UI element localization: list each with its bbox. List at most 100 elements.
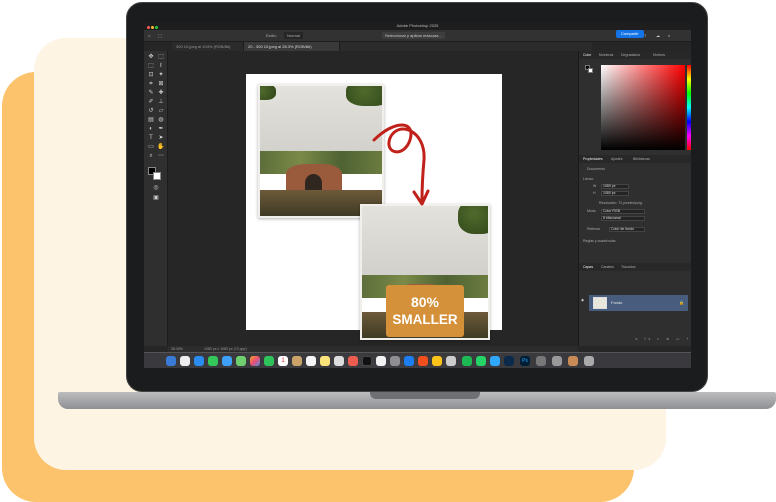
photos-icon[interactable] [250,356,260,366]
help-icon[interactable]: ? [644,30,646,42]
tab-channels[interactable]: Canales [601,263,614,271]
lock-icon[interactable]: 🔒 [679,295,684,311]
freeform-icon[interactable] [334,356,344,366]
panel-background-swatch[interactable] [588,68,593,73]
zoom-icon[interactable] [155,26,158,29]
frame-icon[interactable]: ⊠ [157,81,165,88]
brush-icon[interactable]: ✐ [147,99,155,106]
curved-arrow-icon [372,123,430,206]
color-picker-field[interactable] [601,65,685,150]
hand-icon[interactable]: ✋ [157,144,165,151]
document-canvas[interactable]: 80% SMALLER [246,74,502,340]
hue-slider[interactable] [687,65,691,150]
tab-libraries[interactable]: Bibliotecas [633,155,650,163]
quick-mask-icon[interactable]: ◎ [152,185,160,192]
type-icon[interactable]: T [147,135,155,142]
music-icon[interactable] [348,356,358,366]
visibility-eye-icon[interactable]: ◉ [581,298,584,303]
mode-label: Modo [587,209,596,213]
tab-properties[interactable]: Propiedades [583,155,603,163]
eraser-icon[interactable]: ▱ [157,108,165,115]
tab-layers[interactable]: Capas [583,263,593,271]
shape-icon[interactable]: ▭ [147,144,155,151]
resolution-label: Resolución: 72 píxeles/pulg. [599,201,643,205]
eyedropper-icon[interactable]: ✎ [147,90,155,97]
close-icon[interactable] [147,26,150,29]
spotify-icon[interactable] [462,356,472,366]
right-panels: Color Muestras Degradados Motivos Propie… [578,51,691,346]
blur-icon[interactable]: ◍ [157,117,165,124]
search-icon[interactable]: ⌕ [668,30,670,42]
layers-panel-tabs: Capas Canales Trazados [579,263,691,271]
contacts-icon[interactable] [292,356,302,366]
move-icon[interactable]: ✥ [147,54,155,61]
photoshop-icon[interactable]: Ps [520,356,530,366]
pen-icon[interactable]: ✒ [157,126,165,133]
messages-icon[interactable] [208,356,218,366]
crop-icon[interactable]: ⌗ [147,81,155,88]
launchpad-icon[interactable] [180,356,190,366]
lightroom-icon[interactable] [504,356,514,366]
share-button[interactable]: Compartir [616,30,644,38]
history-brush-icon[interactable]: ↺ [147,108,155,115]
arrow-app-icon[interactable] [490,356,500,366]
preview-icon[interactable] [446,356,456,366]
podcasts-icon[interactable] [376,356,386,366]
background-color-swatch[interactable] [153,172,161,180]
tab-gradients[interactable]: Degradados [621,51,640,59]
tab-paths[interactable]: Trazados [621,263,635,271]
app-store-icon[interactable] [404,356,414,366]
lasso-icon[interactable]: ℓ [157,63,165,70]
layer-name: Fondo [611,300,623,305]
downloads-icon[interactable] [552,356,562,366]
trash-icon[interactable] [584,356,594,366]
tab-document-1[interactable]: 300 10.jpeg al 104% (RGB/8#) [172,42,244,51]
rulers-section-label[interactable]: Reglas y cuadrículas [583,239,616,244]
zoom-tool-icon[interactable]: ⌕ [147,153,155,160]
folder-icon[interactable] [536,356,546,366]
gradient-icon[interactable]: ▤ [147,117,155,124]
style-select[interactable]: Normal [284,32,303,39]
calendar-icon[interactable]: 1 [278,356,288,366]
dodge-icon[interactable]: ◐ [147,126,155,133]
artboard-icon[interactable]: ⬚ [157,54,165,61]
minimize-icon[interactable] [151,26,154,29]
recent-file-icon[interactable] [568,356,578,366]
more-tools-icon[interactable]: ⋯ [157,153,165,160]
chrome-icon[interactable] [432,356,442,366]
stamp-icon[interactable]: ⊥ [157,99,165,106]
screen-mode-icon[interactable]: ▣ [152,195,160,202]
options-bar: ⌂ ⬚ Estilo: Normal Seleccionar y aplicar… [144,30,691,42]
tab-swatches[interactable]: Muestras [599,51,613,59]
healing-icon[interactable]: ✚ [157,90,165,97]
reminders-icon[interactable] [306,356,316,366]
marquee-tool-icon[interactable]: ⬚ [147,63,155,70]
safari-icon[interactable] [194,356,204,366]
cloud-icon[interactable]: ☁ [656,30,660,42]
facetime-icon[interactable] [264,356,274,366]
finder-icon[interactable] [166,356,176,366]
layer-actions[interactable]: ∞ fx ◐ ⊘ ▭ + 🗑 [635,337,691,342]
path-select-icon[interactable]: ➤ [157,135,165,142]
mode-value: Color RGB [603,209,620,213]
notes-icon[interactable] [320,356,330,366]
select-and-mask-button[interactable]: Seleccionar y aplicar máscara... [382,32,445,39]
tab-adjustments[interactable]: Ajustes [611,155,622,163]
marquee-icon[interactable]: ⬚ [158,30,162,42]
layer-row-background[interactable]: Fondo 🔒 [589,295,688,311]
maps-icon[interactable] [236,356,246,366]
object-select-icon[interactable]: ⊡ [147,72,155,79]
canvas-section-label[interactable]: Lienzo [583,177,593,182]
magic-wand-icon[interactable]: ✦ [157,72,165,79]
stage: Adobe Photoshop 2025 ⌂ ⬚ Estilo: Normal … [0,0,776,502]
figma-icon[interactable] [418,356,428,366]
home-icon[interactable]: ⌂ [148,30,150,42]
mail-icon[interactable] [222,356,232,366]
tv-icon[interactable] [362,356,372,366]
tab-color[interactable]: Color [583,51,591,59]
system-settings-icon[interactable] [390,356,400,366]
tab-document-2[interactable]: 20 - 300 10.jpeg al 28.3% (RGB/8#) [244,42,340,51]
whatsapp-icon[interactable] [476,356,486,366]
badge-text: SMALLER [392,312,458,327]
tab-patterns[interactable]: Motivos [653,51,665,59]
